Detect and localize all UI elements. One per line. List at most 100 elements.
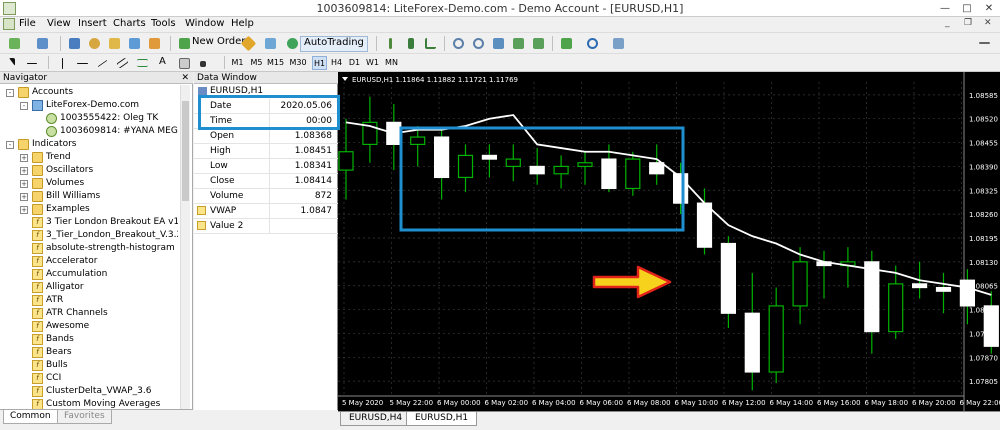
crosshair-button[interactable] <box>24 55 40 71</box>
zoom-in-button[interactable] <box>450 35 466 51</box>
maximize-icon[interactable]: □ <box>956 0 978 17</box>
navigator-item[interactable]: f3 Tier London Breakout EA v1.3b <box>0 216 178 229</box>
navigator-item[interactable]: + Examples <box>0 203 178 216</box>
autotrading-toggle-icon[interactable] <box>284 35 300 51</box>
tab-common[interactable]: Common <box>3 410 58 424</box>
menu-tools[interactable]: Tools <box>151 18 176 29</box>
expand-icon[interactable]: + <box>20 167 28 175</box>
navigator-scroll-thumb[interactable] <box>182 101 189 201</box>
toolbar-expand-button[interactable] <box>976 35 992 51</box>
navigator-item[interactable]: f Awesome <box>0 320 178 333</box>
autotrading-button[interactable]: AutoTrading <box>300 36 368 52</box>
mdi-minimize-icon[interactable]: _ <box>945 18 950 28</box>
timeframe-m5[interactable]: M5 <box>249 56 264 70</box>
navigator-item[interactable]: f CCI <box>0 372 178 385</box>
navigator-scrollbar[interactable] <box>180 85 190 410</box>
navigator-item[interactable]: f Alligator <box>0 281 178 294</box>
zoom-out-button[interactable] <box>470 35 486 51</box>
navigator-item[interactable]: f 3_Tier_London_Breakout_V.3.2b <box>0 229 178 242</box>
templates-button[interactable] <box>610 35 626 51</box>
chart-shift-button[interactable] <box>530 35 546 51</box>
new-order-button[interactable]: New Order <box>192 36 245 52</box>
menu-help[interactable]: Help <box>231 18 254 29</box>
navigator-item[interactable]: 1003555422: Oleg TK <box>0 112 178 125</box>
navigator-item[interactable]: f Accelerator <box>0 255 178 268</box>
text-label-button[interactable] <box>176 55 192 71</box>
indicator-icon: f <box>32 230 43 241</box>
navigator-item[interactable]: - Indicators <box>0 138 178 151</box>
autoscroll-button[interactable] <box>510 35 526 51</box>
navigator-item[interactable]: + Volumes <box>0 177 178 190</box>
text-tool-icon[interactable]: A <box>159 56 166 72</box>
vertical-line-button[interactable] <box>54 55 70 71</box>
trendline-button[interactable] <box>94 55 110 71</box>
navigator-item[interactable]: f Accumulation <box>0 268 178 281</box>
market-watch-button[interactable] <box>66 35 82 51</box>
strategy-tester-button[interactable] <box>146 35 162 51</box>
candlestick-button[interactable] <box>402 35 418 51</box>
expand-icon[interactable]: + <box>20 154 28 162</box>
menu-window[interactable]: Window <box>185 18 224 29</box>
navigator-item[interactable]: f Bulls <box>0 359 178 372</box>
tab-eurusd-h1[interactable]: EURUSD,H1 <box>406 412 478 426</box>
metaeditor-button[interactable] <box>240 35 257 52</box>
navigator-item[interactable]: + Bill Williams <box>0 190 178 203</box>
navigator-item[interactable]: f ClusterDelta_VWAP_3.6 <box>0 385 178 398</box>
terminal-button[interactable] <box>126 35 142 51</box>
timeframe-m30[interactable]: M30 <box>288 56 308 70</box>
channel-button[interactable] <box>114 55 130 71</box>
minimize-icon[interactable]: — <box>934 0 956 17</box>
navigator-title-text: Navigator <box>3 73 48 83</box>
timeframe-m15[interactable]: M15 <box>266 56 285 70</box>
expand-icon[interactable]: + <box>20 193 28 201</box>
menu-insert[interactable]: Insert <box>78 18 107 29</box>
navigator-item[interactable]: + Oscillators <box>0 164 178 177</box>
navigator-item[interactable]: f Bands <box>0 333 178 346</box>
cursor-button[interactable] <box>6 55 22 71</box>
bar-chart-button[interactable] <box>382 35 398 51</box>
timeframe-h1[interactable]: H1 <box>312 56 327 70</box>
new-order-icon-button[interactable] <box>176 35 192 51</box>
close-icon[interactable]: ✕ <box>978 0 1000 17</box>
line-chart-button[interactable] <box>422 35 438 51</box>
navigator-item[interactable]: - Accounts <box>0 86 178 99</box>
tab-favorites[interactable]: Favorites <box>57 410 112 424</box>
collapse-icon[interactable]: - <box>6 89 14 97</box>
chart-window-icon[interactable] <box>3 18 15 30</box>
chart-area[interactable]: 1.08585 1.08520 1.08455 1.08390 1.08325 1.082… <box>338 72 1000 412</box>
menu-file[interactable]: File <box>19 18 36 29</box>
navigator-item[interactable]: 1003609814: #YANA MEGAR <box>0 125 178 138</box>
horizontal-line-button[interactable] <box>74 55 90 71</box>
collapse-icon[interactable]: - <box>20 102 28 110</box>
expand-icon[interactable]: + <box>20 180 28 188</box>
mdi-restore-icon[interactable]: ❐ <box>964 18 972 28</box>
menu-charts[interactable]: Charts <box>113 18 146 29</box>
timeframe-m1[interactable]: M1 <box>230 56 245 70</box>
data-window-button[interactable] <box>86 35 102 51</box>
navigator-item[interactable]: - LiteForex-Demo.com <box>0 99 178 112</box>
tab-eurusd-h4[interactable]: EURUSD,H4 <box>340 412 412 426</box>
navigator-item[interactable]: f Bears <box>0 346 178 359</box>
navigator-item[interactable]: + Trend <box>0 151 178 164</box>
new-chart-button[interactable] <box>6 35 22 51</box>
profiles-button[interactable] <box>34 35 50 51</box>
fibonacci-button[interactable] <box>134 55 150 71</box>
navigator-item[interactable]: f ATR <box>0 294 178 307</box>
menu-view[interactable]: View <box>47 18 71 29</box>
timeframe-d1[interactable]: D1 <box>347 56 362 70</box>
timeframe-w1[interactable]: W1 <box>364 56 381 70</box>
navigator-item[interactable]: f absolute-strength-histogram <box>0 242 178 255</box>
mdi-close-icon[interactable]: ✕ <box>984 18 992 28</box>
signals-button[interactable] <box>262 35 278 51</box>
arrows-button[interactable] <box>196 55 212 71</box>
navigator-button[interactable] <box>106 35 122 51</box>
periods-button[interactable] <box>584 35 600 51</box>
expand-icon[interactable]: + <box>20 206 28 214</box>
collapse-icon[interactable]: - <box>6 141 14 149</box>
indicators-button[interactable] <box>558 35 574 51</box>
timeframe-h4[interactable]: H4 <box>329 56 344 70</box>
navigator-close-icon[interactable]: ✕ <box>181 72 189 84</box>
navigator-item[interactable]: f ATR Channels <box>0 307 178 320</box>
timeframe-mn[interactable]: MN <box>382 56 401 70</box>
tile-windows-button[interactable] <box>490 35 506 51</box>
